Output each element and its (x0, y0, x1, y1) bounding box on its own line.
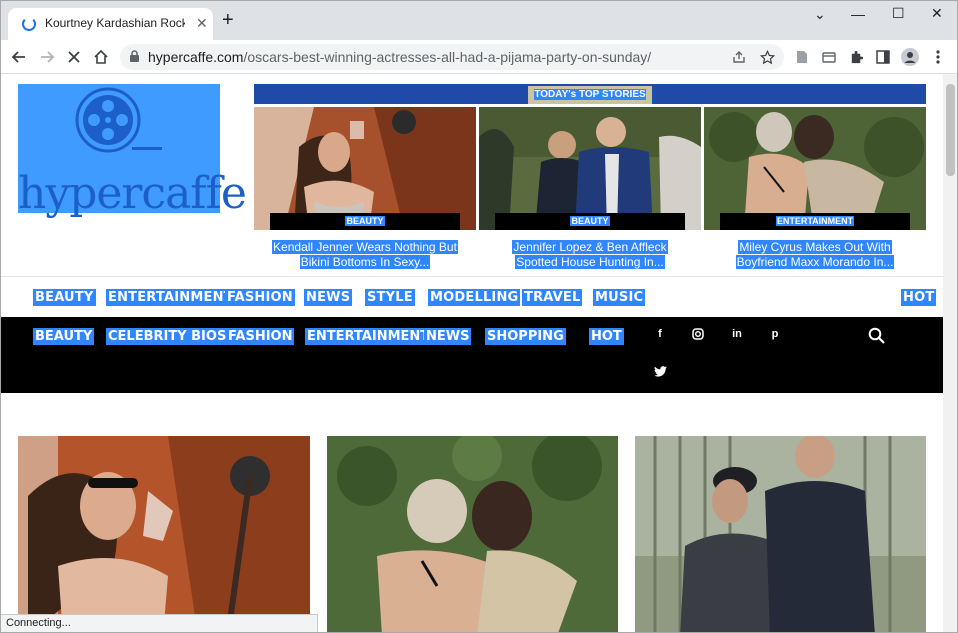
nav-beauty[interactable]: BEAUTY (33, 289, 96, 306)
url-path: /oscars-best-winning-actresses-all-had-a… (243, 49, 652, 65)
star-icon[interactable] (756, 46, 778, 68)
nav-hot[interactable]: HOT (901, 289, 937, 306)
menu-icon[interactable] (927, 46, 949, 68)
maximize-button[interactable]: ☐ (892, 5, 905, 22)
logo-wordmark: hypercaffe (18, 168, 247, 219)
article-photo-2 (327, 436, 618, 633)
nav2-fashion[interactable]: FASHION (226, 328, 295, 345)
nav-modelling[interactable]: MODELLING (428, 289, 521, 306)
twitter-icon[interactable] (652, 366, 668, 380)
story-photo-3 (704, 107, 926, 230)
url-text: hypercaffe.com/oscars-best-winning-actre… (148, 49, 651, 65)
story-category-3[interactable]: ENTERTAINMENT (720, 213, 910, 230)
story-card-3[interactable]: ENTERTAINMENT (704, 107, 926, 230)
story-category-text-1: BEAUTY (345, 216, 385, 226)
secondary-nav: BEAUTY CELEBRITY BIOS FASHION ENTERTAINM… (1, 317, 943, 393)
web-page: hypercaffe TODAY's TOP STORIES BEAUTY Ke… (1, 74, 943, 633)
loading-spinner-icon (22, 17, 36, 31)
profile-icon[interactable] (899, 46, 921, 68)
story-photo-1 (254, 107, 476, 230)
top-stories-bar: TODAY's TOP STORIES (254, 84, 926, 104)
nav2-entertainment[interactable]: ENTERTAINMENT (305, 328, 432, 345)
minimize-button[interactable]: — (851, 6, 865, 22)
nav-entertainment[interactable]: ENTERTAINMENT (106, 289, 235, 306)
pinterest-icon[interactable]: p (767, 328, 783, 340)
tab-title: Kourtney Kardashian Rocks Over (45, 16, 185, 30)
page-icon[interactable] (791, 46, 813, 68)
forward-icon[interactable] (36, 46, 58, 68)
back-icon[interactable] (8, 46, 30, 68)
close-window-button[interactable]: ✕ (931, 5, 943, 22)
story-title-3-line2: Boyfriend Maxx Morando In... (735, 255, 895, 269)
linkedin-icon[interactable]: in (729, 328, 745, 340)
instagram-icon[interactable] (690, 328, 706, 343)
nav2-shopping[interactable]: SHOPPING (485, 328, 566, 345)
nav2-celebrity-bios[interactable]: CELEBRITY BIOS (106, 328, 229, 345)
nav2-beauty[interactable]: BEAUTY (33, 328, 95, 345)
browser-toolbar: hypercaffe.com/oscars-best-winning-actre… (0, 40, 958, 74)
article-card-3[interactable] (635, 436, 926, 633)
story-title-1-line1: Kendall Jenner Wears Nothing But (272, 240, 458, 254)
article-photo-3 (635, 436, 926, 633)
scrollbar-thumb[interactable] (946, 84, 955, 176)
story-category-text-2: BEAUTY (570, 216, 610, 226)
top-stories-label: TODAY's TOP STORIES (528, 86, 652, 104)
nav-travel[interactable]: TRAVEL (522, 289, 583, 306)
site-logo[interactable]: hypercaffe (18, 84, 247, 219)
share-icon[interactable] (728, 46, 750, 68)
tab-strip: Kourtney Kardashian Rocks Over ✕ + ⌄ — ☐… (0, 0, 958, 40)
story-title-2-line1: Jennifer Lopez & Ben Affleck (512, 240, 668, 254)
scrollbar[interactable] (943, 74, 958, 633)
story-card-2[interactable]: BEAUTY (479, 107, 701, 230)
url-host: hypercaffe.com (148, 49, 244, 65)
article-card-2[interactable] (327, 436, 618, 633)
tab-close-icon[interactable]: ✕ (196, 15, 208, 32)
active-tab[interactable]: Kourtney Kardashian Rocks Over ✕ (8, 8, 213, 40)
media-icon[interactable] (818, 46, 840, 68)
status-bar: Connecting... (0, 614, 318, 633)
address-bar[interactable]: hypercaffe.com/oscars-best-winning-actre… (120, 44, 784, 70)
story-title-3[interactable]: Miley Cyrus Makes Out With Boyfriend Max… (704, 240, 926, 270)
nav-style[interactable]: STYLE (365, 289, 415, 306)
story-category-1[interactable]: BEAUTY (270, 213, 460, 230)
search-icon[interactable] (867, 327, 885, 347)
story-title-3-line1: Miley Cyrus Makes Out With (738, 240, 892, 254)
stop-reload-icon[interactable] (63, 46, 85, 68)
home-icon[interactable] (90, 46, 112, 68)
article-card-1[interactable] (18, 436, 310, 633)
lock-icon[interactable] (130, 50, 139, 62)
story-title-1[interactable]: Kendall Jenner Wears Nothing But Bikini … (254, 240, 476, 270)
nav-music[interactable]: MUSIC (593, 289, 646, 306)
story-title-2-line2: Spotted House Hunting In... (515, 255, 665, 269)
nav-news[interactable]: NEWS (304, 289, 353, 306)
story-title-1-line2: Bikini Bottoms In Sexy... (299, 255, 431, 269)
story-card-1[interactable]: BEAUTY (254, 107, 476, 230)
story-photo-2 (479, 107, 701, 230)
top-stories-text: TODAY's TOP STORIES (534, 89, 646, 100)
sidepanel-icon[interactable] (872, 46, 894, 68)
new-tab-button[interactable]: + (222, 10, 234, 30)
tab-search-icon[interactable]: ⌄ (814, 6, 826, 23)
article-photo-1 (18, 436, 310, 633)
extensions-icon[interactable] (845, 46, 867, 68)
story-category-text-3: ENTERTAINMENT (775, 216, 855, 226)
story-category-2[interactable]: BEAUTY (495, 213, 685, 230)
nav2-news[interactable]: NEWS (424, 328, 472, 345)
nav2-hot[interactable]: HOT (589, 328, 624, 345)
story-title-2[interactable]: Jennifer Lopez & Ben Affleck Spotted Hou… (479, 240, 701, 270)
primary-nav: BEAUTY ENTERTAINMENT FASHION NEWS STYLE … (1, 276, 943, 316)
facebook-icon[interactable]: f (652, 328, 668, 340)
nav-fashion[interactable]: FASHION (225, 289, 295, 306)
film-reel-icon (75, 87, 162, 153)
